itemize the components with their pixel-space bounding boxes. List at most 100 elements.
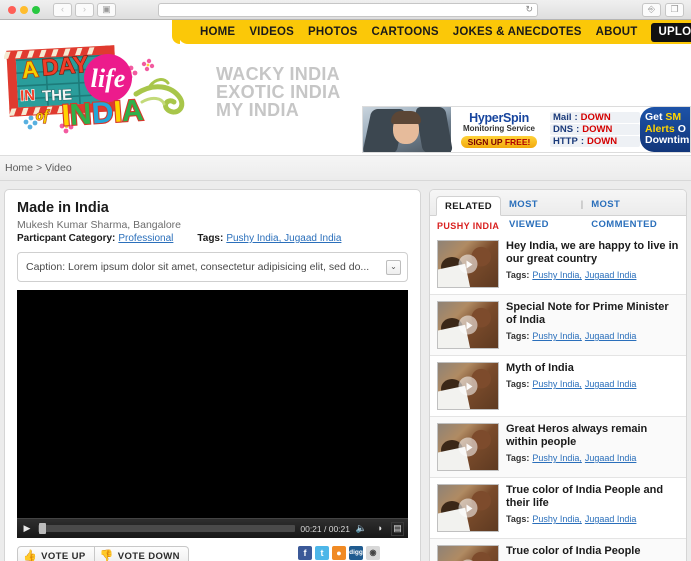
video-thumbnail[interactable]: [437, 240, 499, 288]
list-item[interactable]: Special Note for Prime Minister of India…: [430, 295, 686, 356]
play-overlay-icon[interactable]: [458, 498, 478, 518]
tab-related[interactable]: RELATED: [436, 196, 501, 216]
play-overlay-icon[interactable]: [458, 376, 478, 396]
list-item-body: True color of India People and their lif…: [506, 484, 680, 532]
tag-link-1[interactable]: Pushy India,: [532, 270, 582, 280]
nav-item-videos[interactable]: VIDEOS: [242, 26, 301, 38]
quality-icon[interactable]: ◑: [373, 522, 386, 536]
upload-now-button[interactable]: UPLOAD NOW: [650, 22, 691, 42]
nav-item-jokes-anecdotes[interactable]: JOKES & ANECDOTES: [446, 26, 589, 38]
nav-item-home[interactable]: HOME: [193, 26, 242, 38]
tags-label: Tags:: [506, 331, 530, 341]
digg-icon[interactable]: digg: [349, 546, 363, 560]
tags-label: Tags:: [506, 379, 530, 389]
reload-icon[interactable]: ↻: [525, 5, 533, 14]
list-item-title[interactable]: True color of India People and their lif…: [506, 484, 680, 510]
banner-signup-button[interactable]: SIGN UP FREE!: [460, 135, 538, 148]
list-item-title[interactable]: Special Note for Prime Minister of India: [506, 301, 680, 327]
list-item-title[interactable]: Great Heros always remain within people: [506, 423, 680, 449]
svg-text:A: A: [121, 94, 145, 128]
seek-bar[interactable]: [38, 523, 296, 534]
nav-item-photos[interactable]: PHOTOS: [301, 26, 365, 38]
breadcrumb: Home > Video: [5, 162, 72, 174]
list-item-tags: Tags: Pushy India, Jugaad India: [506, 379, 680, 389]
facebook-icon[interactable]: f: [298, 546, 312, 560]
sidebar-toggle-icon[interactable]: ▣: [97, 2, 116, 17]
tag-link-2[interactable]: Jugaad India: [585, 453, 637, 463]
breadcrumb-home-link[interactable]: Home: [5, 162, 33, 174]
banner-brand-subtitle: Monitoring Service: [462, 123, 535, 133]
twitter-icon[interactable]: t: [315, 546, 329, 560]
close-window-button[interactable]: [8, 5, 16, 14]
vote-up-button[interactable]: 👍 VOTE UP: [17, 546, 95, 561]
list-item-title[interactable]: Hey India, we are happy to live in our g…: [506, 240, 680, 266]
list-item[interactable]: True color of India People Tags: Pushy I…: [430, 539, 686, 561]
minimize-window-button[interactable]: [20, 5, 28, 14]
maximize-window-button[interactable]: [32, 5, 40, 14]
fullscreen-icon[interactable]: ▤: [391, 521, 404, 536]
banner-ad[interactable]: HyperSpin Monitoring Service SIGN UP FRE…: [362, 106, 691, 153]
banner-ad-promo: Get SM Alerts O Downtim: [640, 107, 690, 152]
site-tagline: WACKY INDIA EXOTIC INDIA MY INDIA: [216, 65, 341, 119]
tag-link-1[interactable]: Pushy India,: [532, 331, 582, 341]
rss-icon[interactable]: ●: [332, 546, 346, 560]
tag-link-2[interactable]: Jugaad India: [585, 379, 637, 389]
volume-icon[interactable]: 🔈: [355, 522, 368, 536]
banner-status-value: DOWN: [580, 112, 611, 123]
new-tab-icon[interactable]: ❐: [665, 2, 684, 17]
reddit-icon[interactable]: ◉: [366, 546, 380, 560]
window-traffic-lights: [0, 5, 40, 14]
play-overlay-icon[interactable]: [458, 437, 478, 457]
seek-handle[interactable]: [39, 523, 46, 534]
tab-most-commented[interactable]: MOST COMMENTED: [583, 195, 686, 230]
video-thumbnail[interactable]: [437, 423, 499, 471]
participant-category-value[interactable]: Professional: [118, 233, 173, 244]
nav-item-about[interactable]: ABOUT: [589, 26, 645, 38]
caption-box[interactable]: Caption: Lorem ipsum dolor sit amet, con…: [17, 252, 408, 282]
address-bar[interactable]: ↻: [158, 2, 538, 17]
tag-link-1[interactable]: Pushy India,: [532, 453, 582, 463]
tag-link-1[interactable]: Pushy India,: [532, 514, 582, 524]
play-overlay-icon[interactable]: [458, 254, 478, 274]
top-navigation-bar: HOME VIDEOS PHOTOS CARTOONS JOKES & ANEC…: [172, 20, 691, 44]
list-item[interactable]: Hey India, we are happy to live in our g…: [430, 234, 686, 295]
video-thumbnail[interactable]: [437, 301, 499, 349]
back-chevron-icon[interactable]: ‹: [53, 2, 72, 17]
list-item[interactable]: Myth of India Tags: Pushy India, Jugaad …: [430, 356, 686, 417]
vote-down-button[interactable]: 👎 VOTE DOWN: [94, 546, 189, 561]
tagline-line-1: WACKY INDIA: [216, 64, 340, 84]
tab-most-viewed[interactable]: MOST VIEWED: [501, 195, 581, 230]
play-icon[interactable]: ▶: [21, 523, 33, 535]
related-sidebar: RELATED MOST VIEWED | MOST COMMENTED PUS…: [429, 189, 687, 561]
video-thumbnail[interactable]: [437, 362, 499, 410]
video-tags-value[interactable]: Pushy India, Jugaad India: [226, 233, 341, 244]
list-item[interactable]: True color of India People and their lif…: [430, 478, 686, 539]
banner-photo-arm-right: [414, 107, 454, 152]
video-author: Mukesh Kumar Sharma, Bangalore: [17, 219, 181, 231]
site-logo[interactable]: A DAY IN THE of life I N D I A: [4, 44, 204, 138]
video-player[interactable]: ▶ 00:21 / 00:21 🔈 ◑ ▤: [17, 290, 408, 538]
banner-status-colon: :: [580, 136, 584, 147]
caption-text: Caption: Lorem ipsum dolor sit amet, con…: [26, 261, 370, 273]
list-item-title[interactable]: True color of India People: [506, 545, 680, 558]
browser-nav-buttons: ‹ › ▣: [53, 2, 116, 17]
share-icon[interactable]: ⎆: [642, 2, 661, 17]
video-thumbnail[interactable]: [437, 484, 499, 532]
play-overlay-icon[interactable]: [458, 315, 478, 335]
tag-link-1[interactable]: Pushy India,: [532, 379, 582, 389]
forward-chevron-icon[interactable]: ›: [75, 2, 94, 17]
tag-link-2[interactable]: Jugaad India: [585, 331, 637, 341]
list-item[interactable]: Great Heros always remain within people …: [430, 417, 686, 478]
list-item-body: Myth of India Tags: Pushy India, Jugaad …: [506, 362, 680, 410]
video-thumbnail[interactable]: [437, 545, 499, 561]
vote-down-label: VOTE DOWN: [117, 551, 180, 561]
breadcrumb-separator: >: [35, 162, 43, 174]
expand-chevrons-icon[interactable]: ⌄: [386, 259, 401, 275]
banner-signup-label-b: FREE!: [504, 136, 531, 147]
tag-link-2[interactable]: Jugaad India: [585, 514, 637, 524]
banner-status-value: DOWN: [582, 124, 613, 135]
banner-ad-brand-block: HyperSpin Monitoring Service SIGN UP FRE…: [451, 107, 547, 152]
nav-item-cartoons[interactable]: CARTOONS: [365, 26, 446, 38]
list-item-title[interactable]: Myth of India: [506, 362, 680, 375]
tag-link-2[interactable]: Jugaad India: [585, 270, 637, 280]
